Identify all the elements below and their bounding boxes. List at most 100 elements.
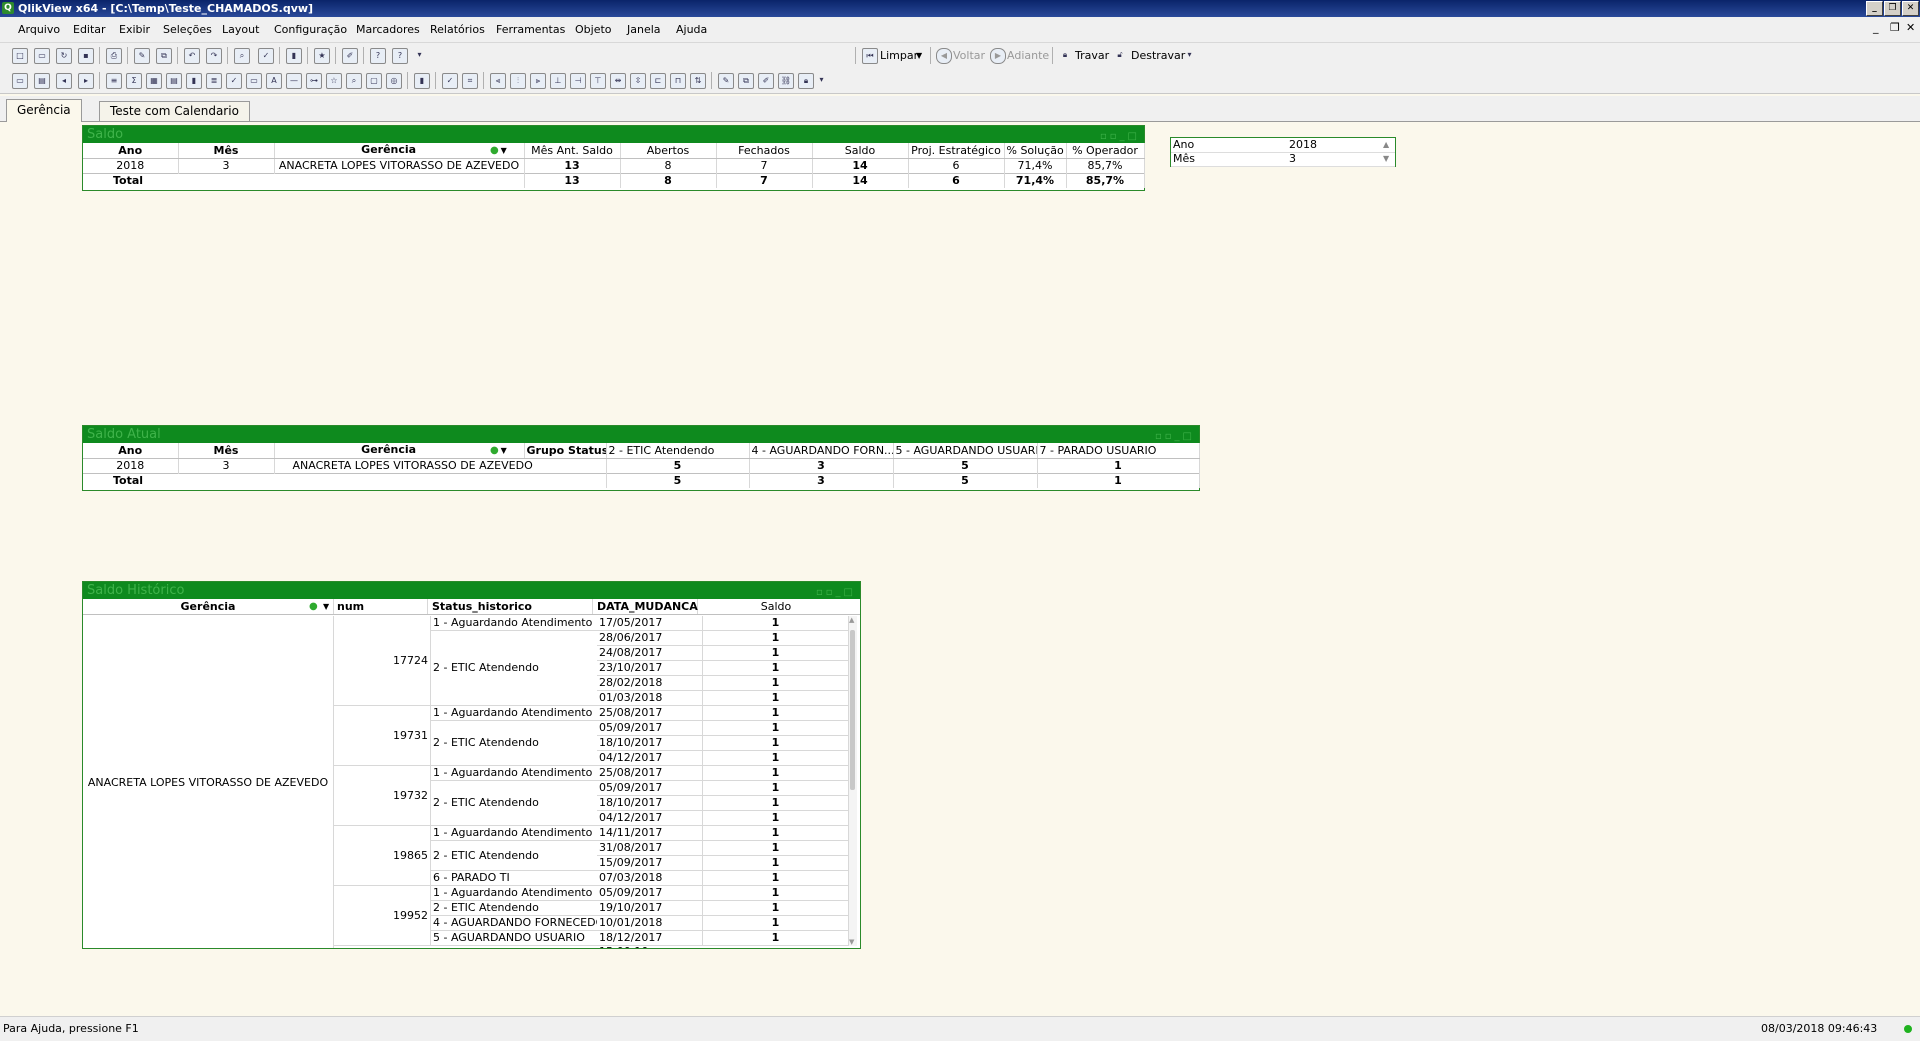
cell-data-mudanca[interactable]: 24/08/2017 13:49:40	[597, 646, 703, 673]
menu-relatorios[interactable]: Relatórios	[430, 23, 485, 36]
cell-status-historico[interactable]: 1 - Aguardando Atendimento	[431, 766, 598, 781]
adjust-top-icon[interactable]: ⊓	[670, 73, 686, 89]
saldo-atual-pivot-table[interactable]: Saldo Atual ▫▫_□ Ano Mês Gerência ● ▼ Gru…	[82, 425, 1200, 491]
demote-sheet-icon[interactable]: ▸	[78, 73, 94, 89]
col-abertos[interactable]: Abertos	[620, 143, 717, 159]
col-gerencia[interactable]: Gerência	[83, 599, 334, 614]
scroll-down-icon[interactable]: ▼	[1383, 152, 1389, 166]
toolbar-overflow-icon[interactable]: ▾	[818, 73, 825, 87]
bookmark-object-icon[interactable]: ☆	[326, 73, 342, 89]
col-pct-solucao[interactable]: % Solução	[1004, 143, 1067, 159]
cell-data-mudanca[interactable]: 14/11/2017 12:36:38	[597, 826, 703, 853]
cell-data-mudanca[interactable]: 04/12/2017 10:56:57	[597, 811, 703, 838]
multibox-row-mes[interactable]: Mês 3 ▼	[1171, 152, 1395, 167]
saldo-caption[interactable]: Saldo ▫▫_□	[83, 126, 1144, 143]
cell-mes[interactable]: 3	[178, 158, 275, 174]
cell-num[interactable]: 17724	[334, 616, 431, 706]
minimize-button[interactable]: _	[1866, 1, 1883, 16]
cell-data-mudanca[interactable]: 18/10/2017 13:44:01	[597, 796, 703, 823]
back-icon[interactable]: ◀	[936, 48, 952, 64]
saldo-historico-pivot-table[interactable]: Saldo Histórico ▫▫_□ Gerência ● ▼ num St…	[82, 581, 861, 949]
col-data-mudanca[interactable]: DATA_MUDANCA	[597, 599, 698, 614]
toolbar-overflow-icon[interactable]: ▾	[1186, 48, 1193, 62]
col-ano[interactable]: Ano	[83, 143, 179, 159]
table-box-icon[interactable]: ▦	[146, 73, 162, 89]
cell-data-mudanca[interactable]: 23/10/2017 14:17:53	[597, 661, 703, 688]
vertical-scrollbar[interactable]: ▲ ▼	[849, 616, 857, 946]
cell-status-historico[interactable]: 1 - Aguardando Atendimento	[431, 616, 598, 631]
document-lock-icon[interactable]: 🔒︎	[798, 73, 814, 89]
cell-data-mudanca[interactable]: 25/08/2017 07:45:32	[597, 706, 703, 733]
cell-data-mudanca[interactable]: 05/09/2017 09:51:17	[597, 886, 703, 913]
new-sheet-icon[interactable]: ▭	[12, 73, 28, 89]
bookmark-star-icon[interactable]: ★	[314, 48, 330, 64]
edit-script-icon[interactable]: ✐	[342, 48, 358, 64]
current-selections-icon[interactable]: ✓	[258, 48, 274, 64]
tab-gerencia[interactable]: Gerência	[6, 99, 82, 122]
cell-status-historico[interactable]: 2 - ETIC Atendendo	[431, 631, 598, 706]
align-center-icon[interactable]: ⫶	[510, 73, 526, 89]
text-object-icon[interactable]: A	[266, 73, 282, 89]
cell-status-historico[interactable]: 2 - ETIC Atendendo	[431, 901, 598, 916]
clear-dropdown-icon[interactable]: ▼	[916, 51, 922, 60]
lock-button[interactable]: Travar	[1075, 49, 1109, 62]
save-icon[interactable]: ▪	[78, 48, 94, 64]
edit-icon[interactable]: ✎	[134, 48, 150, 64]
align-middle-icon[interactable]: ⊣	[570, 73, 586, 89]
cell-data-mudanca[interactable]: 05/09/2017 09:44:26	[597, 721, 703, 748]
space-vertical-icon[interactable]: ⇳	[630, 73, 646, 89]
cell-ano[interactable]: 2018	[83, 458, 179, 474]
cell-status-historico[interactable]: 2 - ETIC Atendendo	[431, 841, 598, 871]
context-help-icon[interactable]: ?	[392, 48, 408, 64]
cell-data-mudanca[interactable]: 28/06/2017 15:12:48	[597, 631, 703, 658]
cell-data-mudanca[interactable]: 04/12/2017 10:56:43	[597, 751, 703, 778]
cell-num[interactable]: 19952	[334, 886, 431, 946]
cell-ano[interactable]: 2018	[83, 158, 179, 174]
col-parado-usuario[interactable]: 7 - PARADO USUARIO	[1037, 443, 1200, 459]
chart-wizard-icon[interactable]: ▮	[286, 48, 302, 64]
caption-buttons-icon[interactable]: ▫▫_□	[1155, 428, 1195, 445]
col-saldo[interactable]: Saldo	[812, 143, 909, 159]
cell-gerencia[interactable]: ANACRETA LOPES VITORASSO DE AZEVEDO	[83, 616, 334, 948]
pen-tool-icon[interactable]: ✎	[718, 73, 734, 89]
menu-selecoes[interactable]: Seleções	[163, 23, 212, 36]
chart-icon[interactable]: ▮	[186, 73, 202, 89]
cell-status-historico[interactable]: 1 - Aguardando Atendimento	[431, 826, 598, 841]
print-icon[interactable]: ⎙	[106, 48, 122, 64]
col-ano[interactable]: Ano	[83, 443, 179, 459]
scroll-down-icon[interactable]: ▼	[849, 938, 854, 946]
cell-status-historico[interactable]: 6 - PARADO TI	[431, 871, 598, 886]
slider-icon[interactable]: ⊶	[306, 73, 322, 89]
cell-gerencia[interactable]: ANACRETA LOPES VITORASSO DE AZEVEDO	[274, 458, 607, 474]
unlock-button[interactable]: Destravar	[1131, 49, 1185, 62]
cell-data-mudanca[interactable]: 10/01/2018 09:33:30	[597, 916, 703, 943]
menu-janela[interactable]: Janela	[627, 23, 661, 36]
caption-buttons-icon[interactable]: ▫▫_□	[1100, 128, 1140, 145]
statistics-box-icon[interactable]: Σ	[126, 73, 142, 89]
restore-button[interactable]: ❐	[1884, 1, 1901, 16]
multibox-icon[interactable]: ▤	[166, 73, 182, 89]
forward-icon[interactable]: ▶	[990, 48, 1006, 64]
cell-data-mudanca[interactable]: 01/03/2018 07:54:43	[597, 691, 703, 718]
cell-status-historico[interactable]: 5 - AGUARDANDO USUARIO	[431, 931, 598, 946]
link-objects-icon[interactable]: ⛓︎	[778, 73, 794, 89]
mdi-restore-button[interactable]: ❐	[1890, 21, 1900, 34]
scroll-up-icon[interactable]: ▲	[1383, 138, 1389, 152]
chart-wizard-icon[interactable]: ▮	[414, 73, 430, 89]
cell-data-mudanca[interactable]: 05/09/2017 09:46:05	[597, 781, 703, 808]
snap-grid-icon[interactable]: ⌗	[462, 73, 478, 89]
open-folder-icon[interactable]: ▭	[34, 48, 50, 64]
col-saldo[interactable]: Saldo	[704, 599, 848, 614]
space-horizontal-icon[interactable]: ⇹	[610, 73, 626, 89]
cell-gerencia[interactable]: ANACRETA LOPES VITORASSO DE AZEVEDO	[274, 158, 525, 174]
cell-mes[interactable]: 3	[178, 458, 275, 474]
close-button[interactable]: ✕	[1902, 1, 1919, 16]
button-object-icon[interactable]: ▭	[246, 73, 262, 89]
menu-arquivo[interactable]: Arquivo	[18, 23, 60, 36]
cell-data-mudanca[interactable]: 07/03/2018 16:46:49	[597, 871, 703, 898]
cell-num[interactable]: 19732	[334, 766, 431, 826]
col-pct-operador[interactable]: % Operador	[1066, 143, 1145, 159]
promote-sheet-icon[interactable]: ◂	[56, 73, 72, 89]
help-icon[interactable]: ?	[370, 48, 386, 64]
col-aguardando-usuario[interactable]: 5 - AGUARDANDO USUARIO	[893, 443, 1038, 459]
